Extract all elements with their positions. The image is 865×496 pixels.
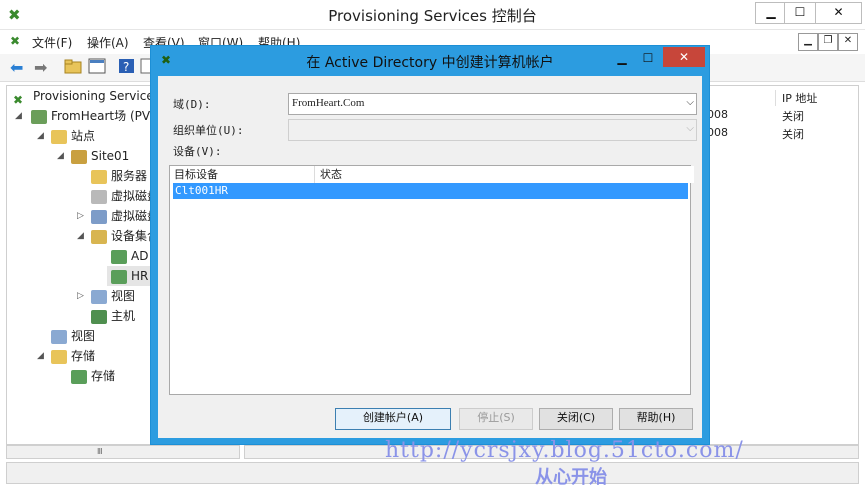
close-button[interactable]: ✕ bbox=[815, 2, 862, 24]
window-title: Provisioning Services 控制台 bbox=[328, 7, 537, 25]
tree-stores[interactable]: 存储 bbox=[51, 346, 95, 366]
pvs-icon: ✖ bbox=[13, 92, 24, 107]
svg-text:?: ? bbox=[123, 60, 129, 74]
domain-combobox[interactable]: FromHeart.Com ⌵ bbox=[288, 93, 697, 115]
tree-collection-hr[interactable]: HR bbox=[107, 266, 155, 286]
tree-site01[interactable]: Site01 bbox=[71, 146, 129, 166]
domain-label: 域(D): bbox=[173, 98, 211, 111]
row-cell: 关闭 bbox=[782, 128, 804, 141]
row-cell: 008 bbox=[707, 108, 728, 121]
create-computer-account-dialog: ✖ 在 Active Directory 中创建计算机帐户 ▁ ☐ ✕ 域(D)… bbox=[150, 45, 710, 445]
forward-icon[interactable]: ➡ bbox=[34, 58, 54, 77]
site-icon bbox=[71, 149, 87, 164]
devices-list[interactable]: 目标设备 状态 Clt001HR bbox=[169, 165, 694, 395]
help-button[interactable]: 帮助(H) bbox=[619, 408, 693, 430]
back-icon[interactable]: ⬅ bbox=[10, 58, 30, 77]
tree-root[interactable]: ✖ Provisioning Service bbox=[13, 86, 154, 107]
create-account-button[interactable]: 创建帐户(A) bbox=[335, 408, 451, 430]
devices-label: 设备(V): bbox=[173, 145, 222, 158]
tree-site-views[interactable]: 视图 bbox=[91, 286, 135, 306]
dialog-close-action-button[interactable]: 关闭(C) bbox=[539, 408, 613, 430]
stores-icon bbox=[51, 349, 67, 364]
menu-action[interactable]: 操作(A) bbox=[87, 34, 129, 51]
store-icon bbox=[71, 369, 87, 384]
vdisk-store-icon bbox=[91, 209, 107, 224]
menu-file[interactable]: 文件(F) bbox=[32, 34, 72, 51]
stop-button[interactable]: 停止(S) bbox=[459, 408, 533, 430]
ou-label: 组织单位(U): bbox=[173, 124, 244, 137]
show-hide-tree-icon[interactable] bbox=[88, 58, 108, 76]
views-icon bbox=[91, 289, 107, 304]
tree-store-item[interactable]: 存储 bbox=[71, 366, 115, 386]
tree-farm-views[interactable]: 视图 bbox=[51, 326, 95, 346]
views-icon bbox=[51, 329, 67, 344]
column-header-ip[interactable]: IP 地址 bbox=[775, 90, 862, 106]
chevron-down-icon[interactable]: ⌵ bbox=[686, 94, 694, 112]
collapse-arrow-icon[interactable]: ◢ bbox=[15, 106, 22, 126]
mdi-close-button[interactable]: ✕ bbox=[838, 33, 858, 51]
device-collection-icon bbox=[111, 269, 127, 284]
tree-collection-ad[interactable]: AD bbox=[111, 246, 148, 266]
dialog-maximize-button[interactable]: ☐ bbox=[635, 48, 661, 68]
dialog-close-button[interactable]: ✕ bbox=[663, 47, 705, 67]
dialog-minimize-button[interactable]: ▁ bbox=[609, 48, 635, 68]
chevron-down-icon: ⌵ bbox=[686, 123, 694, 134]
tree-servers[interactable]: 服务器 bbox=[91, 166, 147, 186]
status-bar bbox=[6, 462, 859, 484]
dialog-titlebar: ✖ 在 Active Directory 中创建计算机帐户 ▁ ☐ ✕ bbox=[151, 46, 709, 76]
device-row[interactable]: Clt001HR bbox=[173, 183, 688, 199]
ou-combobox[interactable]: ⌵ bbox=[288, 119, 697, 141]
tree-hosts[interactable]: 主机 bbox=[91, 306, 135, 326]
collapse-arrow-icon[interactable]: ◢ bbox=[37, 126, 44, 146]
console-icon: ✖ bbox=[10, 34, 21, 48]
servers-icon bbox=[91, 169, 107, 184]
expand-arrow-icon[interactable]: ▷ bbox=[77, 206, 84, 226]
sites-icon bbox=[51, 129, 67, 144]
tree-vdisk-store[interactable]: 虚拟磁盘 bbox=[91, 206, 159, 226]
tree-vdisk-pool[interactable]: 虚拟磁盘 bbox=[91, 186, 159, 206]
minimize-button[interactable]: ▁ bbox=[755, 2, 787, 24]
watermark-text: 从心开始 bbox=[535, 467, 607, 488]
vdisk-icon bbox=[91, 189, 107, 204]
maximize-button[interactable]: ☐ bbox=[784, 2, 816, 24]
tree-sites[interactable]: 站点 bbox=[51, 126, 95, 146]
collapse-arrow-icon[interactable]: ◢ bbox=[37, 346, 44, 366]
row-cell: 008 bbox=[707, 126, 728, 139]
row-cell: 关闭 bbox=[782, 110, 804, 123]
watermark-url: http://ycrsjxy.blog.51cto.com/ bbox=[385, 438, 744, 463]
mdi-restore-button[interactable]: ❐ bbox=[818, 33, 838, 51]
collapse-arrow-icon[interactable]: ◢ bbox=[77, 226, 84, 246]
farm-icon bbox=[31, 109, 47, 124]
device-name: Clt001HR bbox=[175, 184, 228, 197]
device-collection-icon bbox=[111, 249, 127, 264]
mdi-minimize-button[interactable]: ▁ bbox=[798, 33, 818, 51]
tree-horizontal-scrollbar[interactable]: Ⅲ bbox=[6, 445, 240, 459]
dialog-body: 域(D): FromHeart.Com ⌵ 组织单位(U): ⌵ 设备(V): … bbox=[158, 76, 702, 438]
domain-value: FromHeart.Com bbox=[292, 97, 365, 109]
collapse-arrow-icon[interactable]: ◢ bbox=[57, 146, 64, 166]
help-icon[interactable]: ? bbox=[118, 58, 138, 76]
expand-arrow-icon[interactable]: ▷ bbox=[77, 286, 84, 306]
collection-icon bbox=[91, 229, 107, 244]
main-titlebar: ✖ Provisioning Services 控制台 ▁ ☐ ✕ bbox=[0, 0, 865, 30]
tree-device-collections[interactable]: 设备集合 bbox=[91, 226, 159, 246]
up-folder-icon[interactable] bbox=[64, 58, 84, 76]
tree-farm[interactable]: FromHeart场 (PV bbox=[31, 106, 150, 126]
column-header-target-device[interactable]: 目标设备 bbox=[170, 166, 315, 183]
column-header-status[interactable]: 状态 bbox=[316, 166, 694, 183]
hosts-icon bbox=[91, 309, 107, 324]
